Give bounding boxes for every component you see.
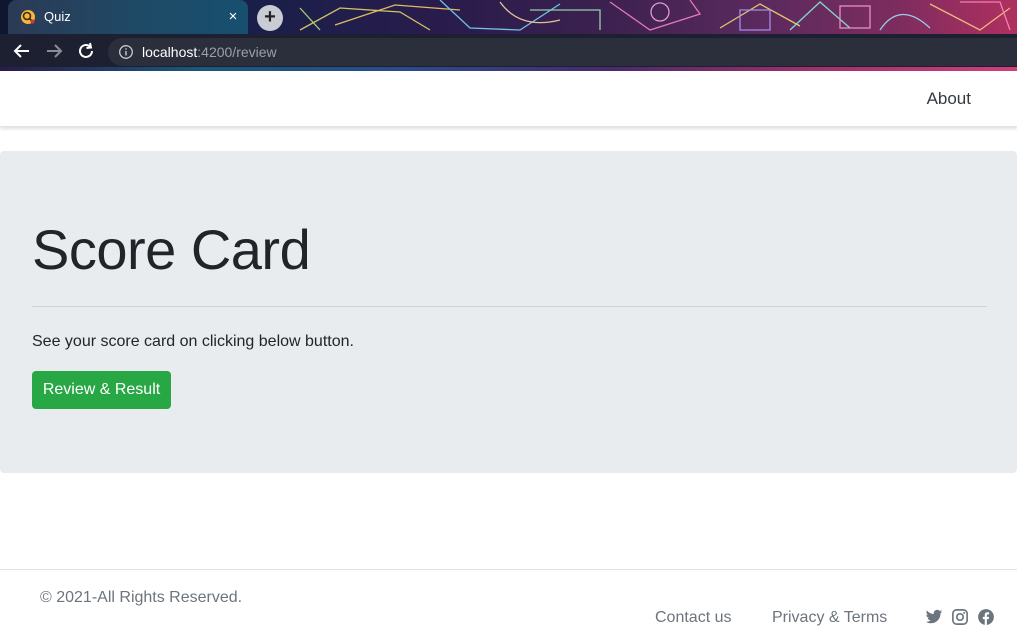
lead-text: See your score card on clicking below bu… xyxy=(32,333,354,350)
back-arrow-icon[interactable] xyxy=(11,40,33,62)
footer-link-contact[interactable]: Contact us xyxy=(655,609,731,627)
top-navbar: About xyxy=(0,71,1017,127)
twitter-icon[interactable] xyxy=(925,608,943,626)
address-url[interactable]: localhost:4200/review xyxy=(142,44,277,60)
browser-tab-quiz[interactable]: Quiz × xyxy=(8,0,248,34)
score-card-panel xyxy=(0,151,1017,473)
instagram-icon[interactable] xyxy=(951,608,969,626)
facebook-icon[interactable] xyxy=(977,608,995,626)
tab-close-icon[interactable]: × xyxy=(224,8,242,26)
quiz-favicon-icon xyxy=(21,10,35,24)
new-tab-button[interactable]: + xyxy=(257,5,283,31)
footer-link-privacy[interactable]: Privacy & Terms xyxy=(772,609,887,627)
tab-title: Quiz xyxy=(44,9,71,24)
copyright-text: © 2021-All Rights Reserved. xyxy=(40,589,243,606)
reload-icon[interactable] xyxy=(75,40,97,62)
page-title: Score Card xyxy=(32,218,311,281)
url-path: :4200/review xyxy=(197,44,277,60)
browser-chrome: Quiz × + localhost:4200/review xyxy=(0,0,1017,71)
url-host: localhost xyxy=(142,44,198,60)
divider xyxy=(32,306,987,307)
footer-divider xyxy=(0,569,1017,570)
nav-link-about[interactable]: About xyxy=(927,89,971,109)
site-info-icon[interactable] xyxy=(118,44,134,60)
review-result-button[interactable]: Review & Result xyxy=(32,371,171,409)
forward-arrow-icon[interactable] xyxy=(43,40,65,62)
